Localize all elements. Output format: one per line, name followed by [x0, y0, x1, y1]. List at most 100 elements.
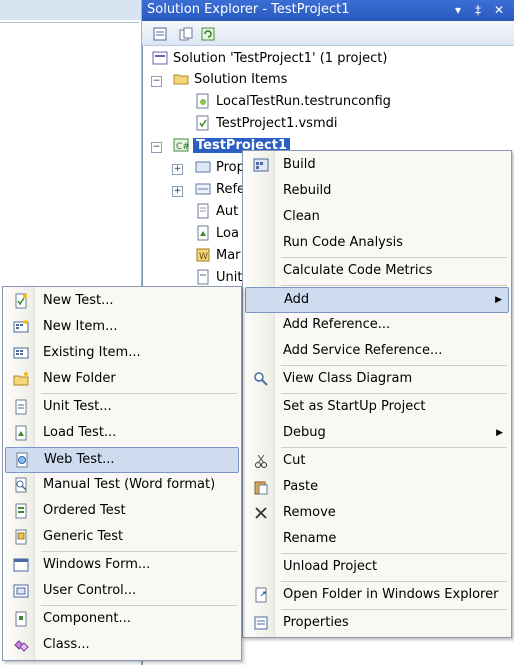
tree-label: Refe — [216, 182, 246, 197]
tree-item-aut[interactable]: Aut — [195, 201, 238, 222]
tree-item-testrunconfig[interactable]: LocalTestRun.testrunconfig — [195, 91, 391, 112]
menu-label: User Control... — [43, 583, 137, 598]
menu-item-build[interactable]: Build — [245, 153, 509, 177]
paste-icon — [253, 479, 269, 495]
menu-item-unit-test[interactable]: Unit Test... — [5, 395, 239, 419]
tree-item-unit[interactable]: Unit — [195, 267, 242, 288]
solution-explorer-title: Solution Explorer - TestProject1 — [147, 2, 350, 17]
expand-icon[interactable]: + — [172, 164, 183, 175]
menu-item-component[interactable]: Component... — [5, 607, 239, 631]
menu-label: New Item... — [43, 319, 118, 334]
window-position-dropdown-icon[interactable]: ▾ — [450, 2, 466, 18]
menu-separator — [281, 581, 507, 582]
class-icon — [13, 637, 29, 653]
svg-text:C#: C# — [176, 142, 189, 152]
tree-item-properties[interactable]: Prop — [195, 157, 245, 178]
menu-item-properties[interactable]: Properties — [245, 611, 509, 635]
tree-item-vsmdi[interactable]: TestProject1.vsmdi — [195, 113, 337, 134]
properties-icon[interactable] — [150, 24, 170, 44]
menu-item-add-reference[interactable]: Add Reference... — [245, 313, 509, 337]
menu-item-generic-test[interactable]: Generic Test — [5, 525, 239, 549]
menu-item-load-test[interactable]: Load Test... — [5, 421, 239, 445]
menu-label: View Class Diagram — [283, 371, 413, 386]
menu-label: New Test... — [43, 293, 114, 308]
manual-test-icon: W — [195, 247, 211, 263]
tree-label: Solution Items — [194, 72, 288, 87]
open-folder-icon — [253, 587, 269, 603]
menu-label: Add Service Reference... — [283, 343, 443, 358]
menu-label: Unit Test... — [43, 399, 112, 414]
menu-item-ordered-test[interactable]: Ordered Test — [5, 499, 239, 523]
editor-pane-divider — [0, 22, 139, 23]
menu-label: Cut — [283, 453, 306, 468]
menu-item-new-test[interactable]: New Test... — [5, 289, 239, 313]
menu-item-run-code-analysis[interactable]: Run Code Analysis — [245, 231, 509, 255]
menu-item-rename[interactable]: Rename — [245, 527, 509, 551]
menu-item-manual-test[interactable]: Manual Test (Word format) — [5, 473, 239, 497]
menu-item-open-folder[interactable]: Open Folder in Windows Explorer — [245, 583, 509, 607]
menu-item-view-class-diagram[interactable]: View Class Diagram — [245, 367, 509, 391]
unit-test-icon — [195, 269, 211, 285]
tree-label: Solution 'TestProject1' (1 project) — [173, 51, 388, 66]
menu-item-debug[interactable]: Debug ▶ — [245, 421, 509, 445]
menu-separator — [281, 365, 507, 366]
close-icon[interactable]: ✕ — [491, 2, 507, 18]
menu-item-web-test[interactable]: Web Test... — [5, 447, 239, 473]
menu-item-new-folder[interactable]: New Folder — [5, 367, 239, 391]
menu-item-add[interactable]: Add ▶ — [245, 287, 509, 313]
menu-label: Open Folder in Windows Explorer — [283, 587, 499, 602]
tree-item-solution[interactable]: Solution 'TestProject1' (1 project) — [152, 48, 387, 69]
menu-item-clean[interactable]: Clean — [245, 205, 509, 229]
menu-item-add-service-reference[interactable]: Add Service Reference... — [245, 339, 509, 363]
menu-item-unload-project[interactable]: Unload Project — [245, 555, 509, 579]
remove-icon — [253, 505, 269, 521]
menu-item-existing-item[interactable]: Existing Item... — [5, 341, 239, 365]
menu-item-calculate-code-metrics[interactable]: Calculate Code Metrics — [245, 259, 509, 283]
tree-item-solution-items[interactable]: Solution Items — [173, 69, 287, 90]
menu-separator — [41, 551, 237, 552]
menu-label: Rebuild — [283, 183, 332, 198]
menu-item-paste[interactable]: Paste — [245, 475, 509, 499]
menu-item-remove[interactable]: Remove — [245, 501, 509, 525]
editor-pane-header — [0, 0, 141, 20]
menu-label: Run Code Analysis — [283, 235, 404, 250]
generic-test-icon — [13, 529, 29, 545]
collapse-icon[interactable]: − — [151, 76, 162, 87]
menu-item-windows-form[interactable]: Windows Form... — [5, 553, 239, 577]
menu-label: Add — [284, 292, 310, 307]
menu-label: Manual Test (Word format) — [43, 477, 216, 492]
menu-item-rebuild[interactable]: Rebuild — [245, 179, 509, 203]
collapse-icon[interactable]: − — [151, 142, 162, 153]
menu-item-set-startup-project[interactable]: Set as StartUp Project — [245, 395, 509, 419]
menu-label: Paste — [283, 479, 319, 494]
menu-label: Generic Test — [43, 529, 124, 544]
tree-item-loa[interactable]: Loa — [195, 223, 239, 244]
windows-form-icon — [13, 557, 29, 573]
config-file-icon — [195, 93, 211, 109]
menu-label: Build — [283, 157, 316, 172]
menu-item-cut[interactable]: Cut — [245, 449, 509, 473]
tree-item-mar[interactable]: W Mar — [195, 245, 241, 266]
auto-hide-pin-icon[interactable]: ‡ — [470, 2, 486, 18]
menu-label: Calculate Code Metrics — [283, 263, 433, 278]
properties-icon — [253, 615, 269, 631]
menu-item-new-item[interactable]: New Item... — [5, 315, 239, 339]
show-all-files-icon[interactable] — [176, 24, 196, 44]
menu-item-class[interactable]: Class... — [5, 633, 239, 657]
properties-folder-icon — [195, 159, 211, 175]
expand-icon[interactable]: + — [172, 186, 183, 197]
solution-icon — [152, 50, 168, 66]
load-test-icon — [13, 425, 29, 441]
menu-item-user-control[interactable]: User Control... — [5, 579, 239, 603]
tree-item-references[interactable]: Refe — [195, 179, 245, 200]
menu-label: Ordered Test — [43, 503, 126, 518]
project-context-menu: Build Rebuild Clean Run Code Analysis Ca… — [242, 150, 512, 638]
refresh-icon[interactable] — [198, 24, 218, 44]
menu-separator — [281, 609, 507, 610]
menu-label: Remove — [283, 505, 336, 520]
tree-label: Unit — [216, 270, 243, 285]
menu-label: Windows Form... — [43, 557, 151, 572]
load-test-icon — [195, 225, 211, 241]
tree-label: Loa — [216, 226, 239, 241]
build-icon — [253, 157, 269, 173]
